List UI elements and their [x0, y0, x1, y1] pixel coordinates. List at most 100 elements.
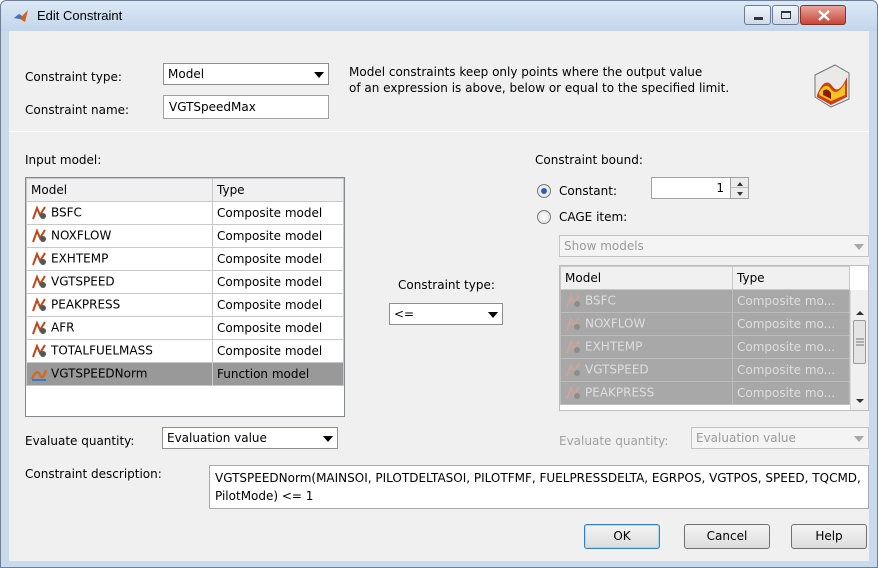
- composite-model-icon: [565, 385, 581, 401]
- scroll-up-icon: [856, 311, 864, 315]
- model-type: Composite model: [212, 201, 344, 225]
- constraint-description-text: VGTSPEEDNorm(MAINSOI, PILOTDELTASOI, PIL…: [215, 471, 861, 503]
- composite-model-icon: [565, 339, 581, 355]
- composite-model-icon: [31, 320, 47, 336]
- constraint-name-value: VGTSpeedMax: [169, 100, 256, 114]
- bound-evaluate-quantity-dropdown[interactable]: Evaluation value: [691, 427, 869, 449]
- evaluate-quantity-dropdown[interactable]: Evaluation value: [162, 427, 338, 449]
- minimize-icon: [754, 17, 763, 20]
- model-type: Composite mo...: [732, 381, 850, 405]
- input-model-label: Input model:: [25, 153, 102, 167]
- cage-item-radio[interactable]: [537, 210, 551, 224]
- model-name: PEAKPRESS: [585, 385, 655, 400]
- chevron-down-icon: [488, 312, 498, 318]
- composite-model-icon: [31, 205, 47, 221]
- table-row[interactable]: VGTSPEED Composite model: [26, 270, 344, 294]
- table-row[interactable]: AFR Composite model: [26, 316, 344, 340]
- constraint-type-dropdown[interactable]: Model: [163, 63, 329, 85]
- constant-value: 1: [716, 181, 724, 195]
- table-row-selected[interactable]: VGTSPEEDNorm Function model: [26, 362, 344, 386]
- chevron-down-icon: [314, 72, 324, 78]
- show-models-dropdown[interactable]: Show models: [559, 235, 869, 257]
- chevron-down-icon: [323, 436, 333, 442]
- evaluate-quantity-label: Evaluate quantity:: [25, 434, 135, 448]
- model-type: Composite model: [212, 270, 344, 294]
- model-name: EXHTEMP: [51, 251, 109, 266]
- table-row[interactable]: BSFC Composite mo...: [560, 289, 850, 313]
- table-row[interactable]: TOTALFUELMASS Composite model: [26, 339, 344, 363]
- bound-evaluate-quantity-label: Evaluate quantity:: [559, 434, 669, 448]
- model-name: NOXFLOW: [585, 316, 646, 331]
- separator: [9, 131, 869, 132]
- table-row[interactable]: BSFC Composite model: [26, 201, 344, 225]
- window-title: Edit Constraint: [37, 8, 123, 23]
- operator-value: <=: [394, 307, 415, 321]
- composite-model-icon: [565, 362, 581, 378]
- cage-item-label: CAGE item:: [559, 210, 628, 224]
- table-row[interactable]: EXHTEMP Composite model: [26, 247, 344, 271]
- evaluate-quantity-value: Evaluation value: [167, 431, 267, 445]
- scroll-thumb[interactable]: [853, 320, 866, 364]
- model-name: TOTALFUELMASS: [51, 343, 153, 358]
- description-line-2: of an expression is above, below or equa…: [349, 81, 730, 95]
- composite-model-icon: [31, 343, 47, 359]
- model-type: Composite mo...: [732, 312, 850, 336]
- grip-icon: [856, 338, 864, 346]
- table-row[interactable]: NOXFLOW Composite model: [26, 224, 344, 248]
- column-header-model[interactable]: Model: [560, 266, 733, 290]
- model-type: Composite model: [212, 224, 344, 248]
- constraint-name-label: Constraint name:: [25, 103, 130, 117]
- scroll-down-icon: [856, 399, 864, 403]
- dialog-content: Constraint type: Model Constraint name: …: [9, 31, 869, 561]
- table-row[interactable]: PEAKPRESS Composite mo...: [560, 381, 850, 405]
- table-row[interactable]: VGTSPEED Composite mo...: [560, 358, 850, 382]
- maximize-button[interactable]: [772, 5, 799, 25]
- spin-down-button[interactable]: [730, 188, 748, 198]
- model-surface-icon: [814, 64, 850, 108]
- bound-evaluate-quantity-value: Evaluation value: [696, 431, 796, 445]
- model-type: Composite model: [212, 339, 344, 363]
- table-header-row: Model Type: [560, 266, 850, 290]
- cage-item-grid: Model Type BSFC Composite mo... NOXFLOW …: [560, 266, 850, 405]
- ok-button[interactable]: OK: [584, 524, 660, 549]
- composite-model-icon: [31, 228, 47, 244]
- matlab-app-icon: [14, 10, 28, 22]
- table-row[interactable]: NOXFLOW Composite mo...: [560, 312, 850, 336]
- help-button[interactable]: Help: [791, 524, 867, 549]
- constraint-description-box: VGTSPEEDNorm(MAINSOI, PILOTDELTASOI, PIL…: [209, 465, 869, 509]
- vertical-scrollbar[interactable]: [850, 290, 868, 410]
- model-type: Composite model: [212, 316, 344, 340]
- title-bar[interactable]: Edit Constraint: [1, 1, 877, 31]
- model-name: VGTSPEED: [51, 274, 115, 289]
- constant-radio[interactable]: [537, 184, 551, 198]
- model-type: Composite model: [212, 247, 344, 271]
- column-header-type[interactable]: Type: [212, 178, 344, 202]
- constraint-name-field[interactable]: VGTSpeedMax: [163, 95, 329, 119]
- composite-model-icon: [565, 316, 581, 332]
- operator-dropdown[interactable]: <=: [389, 303, 503, 325]
- model-name: EXHTEMP: [585, 339, 643, 354]
- model-name: VGTSPEEDNorm: [51, 366, 148, 381]
- spin-up-button[interactable]: [730, 178, 748, 188]
- chevron-down-icon: [854, 244, 864, 250]
- close-button[interactable]: [800, 5, 846, 25]
- constraint-type-label: Constraint type:: [25, 70, 122, 84]
- model-name: NOXFLOW: [51, 228, 112, 243]
- column-header-type[interactable]: Type: [732, 266, 850, 290]
- column-header-model[interactable]: Model: [26, 178, 213, 202]
- constant-spinner[interactable]: 1: [651, 177, 749, 199]
- cancel-button[interactable]: Cancel: [684, 524, 770, 549]
- composite-model-icon: [565, 293, 581, 309]
- constant-label: Constant:: [559, 184, 617, 198]
- operator-label: Constraint type:: [398, 278, 495, 292]
- model-type: Composite model: [212, 293, 344, 317]
- minimize-button[interactable]: [744, 5, 771, 25]
- table-row[interactable]: EXHTEMP Composite mo...: [560, 335, 850, 359]
- input-model-table[interactable]: Model Type BSFC Composite model NOXFLOW …: [25, 177, 345, 417]
- model-name: VGTSPEED: [585, 362, 649, 377]
- input-model-grid: Model Type BSFC Composite model NOXFLOW …: [26, 178, 344, 386]
- table-row[interactable]: PEAKPRESS Composite model: [26, 293, 344, 317]
- constraint-bound-label: Constraint bound:: [535, 153, 643, 167]
- cage-item-table[interactable]: Model Type BSFC Composite mo... NOXFLOW …: [559, 265, 869, 411]
- arrow-down-icon: [737, 192, 743, 196]
